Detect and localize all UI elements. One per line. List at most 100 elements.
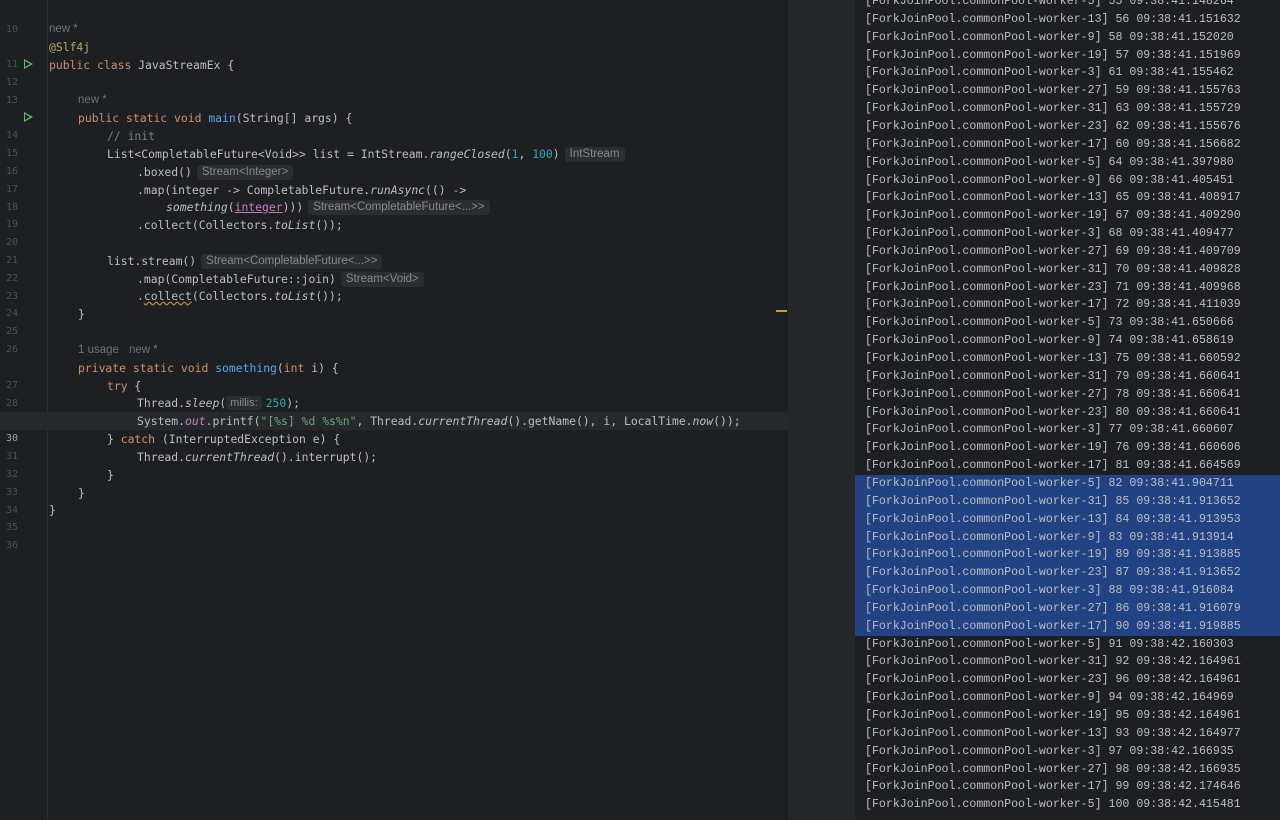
console-line[interactable]: [ForkJoinPool.commonPool-worker-23] 87 0… bbox=[855, 564, 1280, 583]
code-line-26[interactable]: 26 bbox=[0, 323, 788, 355]
code-line-35[interactable]: 35 } bbox=[0, 501, 788, 533]
console-line[interactable]: [ForkJoinPool.commonPool-worker-9] 83 09… bbox=[855, 528, 1280, 547]
brace: { bbox=[220, 58, 235, 72]
console-line[interactable]: [ForkJoinPool.commonPool-worker-23] 62 0… bbox=[855, 118, 1280, 136]
warning-stripe-marker[interactable] bbox=[776, 310, 787, 312]
console-line[interactable]: [ForkJoinPool.commonPool-worker-13] 56 0… bbox=[855, 11, 1280, 29]
console-line[interactable]: [ForkJoinPool.commonPool-worker-17] 99 0… bbox=[855, 778, 1280, 796]
run-main-icon[interactable] bbox=[24, 112, 33, 122]
console-line[interactable]: [ForkJoinPool.commonPool-worker-3] 88 09… bbox=[855, 582, 1280, 601]
code-line-31[interactable]: 31 } catch (InterruptedException e) { bbox=[0, 430, 788, 462]
params: i) { bbox=[304, 361, 339, 375]
code-line-34[interactable]: 34 } bbox=[0, 484, 788, 516]
type-hint[interactable]: Stream<CompletableFuture<...>> bbox=[201, 254, 383, 269]
console-line[interactable]: [ForkJoinPool.commonPool-worker-31] 70 0… bbox=[855, 261, 1280, 279]
code-line-32[interactable]: 32 Thread.currentThread().interrupt(); bbox=[0, 448, 788, 480]
console-line[interactable]: [ForkJoinPool.commonPool-worker-17] 90 0… bbox=[855, 617, 1280, 636]
run-class-icon[interactable] bbox=[24, 59, 33, 69]
console-line[interactable]: [ForkJoinPool.commonPool-worker-31] 85 0… bbox=[855, 492, 1280, 511]
console-line[interactable]: [ForkJoinPool.commonPool-worker-19] 67 0… bbox=[855, 207, 1280, 225]
code-line-36[interactable]: 36 bbox=[0, 519, 788, 551]
type-hint[interactable]: Stream<Integer> bbox=[196, 165, 294, 180]
keyword: void bbox=[180, 361, 209, 375]
code-line-16[interactable]: 16 List<CompletableFuture<Void>> list = … bbox=[0, 145, 788, 177]
console-line[interactable]: [ForkJoinPool.commonPool-worker-5] 64 09… bbox=[855, 154, 1280, 172]
console-line[interactable]: [ForkJoinPool.commonPool-worker-17] 81 0… bbox=[855, 457, 1280, 475]
code-text: ()); bbox=[315, 289, 343, 303]
code-line-12[interactable]: 12 public class JavaStreamEx { bbox=[0, 56, 788, 88]
annotation-slf4j: @Slf4j bbox=[49, 40, 91, 54]
console-line[interactable]: [ForkJoinPool.commonPool-worker-17] 60 0… bbox=[855, 136, 1280, 154]
console-line[interactable]: [ForkJoinPool.commonPool-worker-3] 77 09… bbox=[855, 421, 1280, 439]
console-line[interactable]: [ForkJoinPool.commonPool-worker-5] 73 09… bbox=[855, 314, 1280, 332]
console-line[interactable]: [ForkJoinPool.commonPool-worker-13] 65 0… bbox=[855, 189, 1280, 207]
code-line-27[interactable]: 27 private static void something(int i) … bbox=[0, 359, 788, 391]
console-line[interactable]: [ForkJoinPool.commonPool-worker-3] 68 09… bbox=[855, 225, 1280, 243]
code-line-30-current[interactable]: 30 System.out.printf("[%s] %d %s%n", Thr… bbox=[0, 412, 788, 444]
console-line[interactable]: [ForkJoinPool.commonPool-worker-27] 69 0… bbox=[855, 243, 1280, 261]
code-line-14[interactable]: 14 public static void main(String[] args… bbox=[0, 109, 788, 141]
console-line[interactable]: [ForkJoinPool.commonPool-worker-31] 63 0… bbox=[855, 100, 1280, 118]
code-line-29[interactable]: 29 Thread.sleep(millis:250); bbox=[0, 394, 788, 426]
type-hint[interactable]: IntStream bbox=[564, 147, 625, 162]
console-line[interactable]: [ForkJoinPool.commonPool-worker-9] 58 09… bbox=[855, 29, 1280, 47]
code-editor[interactable]: 10 new * 11 @Slf4j 12 public class JavaS… bbox=[0, 0, 788, 820]
console-line[interactable]: [ForkJoinPool.commonPool-worker-19] 95 0… bbox=[855, 707, 1280, 725]
console-line[interactable]: [ForkJoinPool.commonPool-worker-27] 86 0… bbox=[855, 599, 1280, 618]
console-line[interactable]: [ForkJoinPool.commonPool-worker-27] 98 0… bbox=[855, 761, 1280, 779]
type-hint[interactable]: Stream<Void> bbox=[340, 272, 424, 287]
code-line-33[interactable]: 33 } bbox=[0, 466, 788, 498]
console-line[interactable]: [ForkJoinPool.commonPool-worker-17] 72 0… bbox=[855, 296, 1280, 314]
console-line[interactable]: [ForkJoinPool.commonPool-worker-5] 82 09… bbox=[855, 474, 1280, 493]
warning-token[interactable]: collect bbox=[144, 289, 192, 303]
console-line[interactable]: [ForkJoinPool.commonPool-worker-31] 79 0… bbox=[855, 368, 1280, 386]
run-console-output[interactable]: [ForkJoinPool.commonPool-worker-5] 55 09… bbox=[855, 0, 1280, 820]
console-line[interactable]: [ForkJoinPool.commonPool-worker-9] 74 09… bbox=[855, 332, 1280, 350]
code-line-17[interactable]: 17 .boxed() Stream<Integer> bbox=[0, 163, 788, 195]
console-line[interactable]: [ForkJoinPool.commonPool-worker-23] 96 0… bbox=[855, 671, 1280, 689]
console-line[interactable]: [ForkJoinPool.commonPool-worker-31] 92 0… bbox=[855, 653, 1280, 671]
console-line[interactable]: [ForkJoinPool.commonPool-worker-13] 75 0… bbox=[855, 350, 1280, 368]
main-status-hint[interactable]: new * bbox=[78, 94, 107, 106]
console-line[interactable]: [ForkJoinPool.commonPool-worker-13] 93 0… bbox=[855, 725, 1280, 743]
param-hint[interactable]: millis: bbox=[226, 396, 262, 410]
code-line-13[interactable]: 13 bbox=[0, 74, 788, 106]
code-line-25[interactable]: 25 } bbox=[0, 305, 788, 337]
console-line[interactable]: [ForkJoinPool.commonPool-worker-23] 71 0… bbox=[855, 279, 1280, 297]
console-line[interactable]: [ForkJoinPool.commonPool-worker-23] 80 0… bbox=[855, 404, 1280, 422]
class-status-hint[interactable]: new * bbox=[49, 23, 78, 35]
code-line-22[interactable]: 22 list.stream() Stream<CompletableFuture… bbox=[0, 252, 788, 284]
editor-scrollbar-area[interactable] bbox=[788, 0, 855, 820]
code-text: System. bbox=[137, 414, 186, 428]
console-line[interactable]: [ForkJoinPool.commonPool-worker-9] 94 09… bbox=[855, 689, 1280, 707]
console-line[interactable]: [ForkJoinPool.commonPool-worker-27] 59 0… bbox=[855, 82, 1280, 100]
type-hint[interactable]: Stream<CompletableFuture<...>> bbox=[308, 200, 490, 215]
console-line[interactable]: [ForkJoinPool.commonPool-worker-13] 84 0… bbox=[855, 510, 1280, 529]
code-line-21[interactable]: 21 bbox=[0, 234, 788, 266]
code-line-15[interactable]: 15 // init bbox=[0, 127, 788, 159]
console-line[interactable]: [ForkJoinPool.commonPool-worker-19] 76 0… bbox=[855, 439, 1280, 457]
code-vision-class: new * bbox=[0, 20, 788, 38]
console-line[interactable]: [ForkJoinPool.commonPool-worker-3] 61 09… bbox=[855, 64, 1280, 82]
code-line-18[interactable]: 18 .map(integer -> CompletableFuture.run… bbox=[0, 181, 788, 213]
code-line-19[interactable]: 19 something(integer))) Stream<Completabl… bbox=[0, 198, 788, 230]
console-line[interactable]: [ForkJoinPool.commonPool-worker-19] 89 0… bbox=[855, 546, 1280, 565]
code-line-23[interactable]: 23 .map(CompletableFuture::join) Stream<V… bbox=[0, 270, 788, 302]
code-line-24[interactable]: 24 .collect(Collectors.toList()); bbox=[0, 287, 788, 319]
console-line[interactable]: [ForkJoinPool.commonPool-worker-27] 78 0… bbox=[855, 386, 1280, 404]
console-line[interactable]: [ForkJoinPool.commonPool-worker-19] 57 0… bbox=[855, 47, 1280, 65]
method-call: toList bbox=[274, 218, 316, 232]
code-line-11[interactable]: 11 @Slf4j bbox=[0, 38, 788, 70]
console-line[interactable]: [ForkJoinPool.commonPool-worker-5] 100 0… bbox=[855, 796, 1280, 814]
keyword: void bbox=[174, 111, 202, 125]
code-text: .map(CompletableFuture::join) bbox=[137, 272, 336, 286]
usages-hint[interactable]: 1 usage bbox=[78, 344, 119, 356]
console-line[interactable]: [ForkJoinPool.commonPool-worker-9] 66 09… bbox=[855, 172, 1280, 190]
console-line[interactable]: [ForkJoinPool.commonPool-worker-3] 97 09… bbox=[855, 743, 1280, 761]
console-line[interactable]: [ForkJoinPool.commonPool-worker-5] 91 09… bbox=[855, 636, 1280, 654]
code-line-20[interactable]: 20 .collect(Collectors.toList()); bbox=[0, 216, 788, 248]
code-line-28[interactable]: 28 try { bbox=[0, 377, 788, 409]
something-status-hint[interactable]: new * bbox=[129, 344, 158, 356]
console-line[interactable]: [ForkJoinPool.commonPool-worker-5] 55 09… bbox=[855, 0, 1280, 11]
code-line-10[interactable]: 10 bbox=[0, 3, 788, 35]
